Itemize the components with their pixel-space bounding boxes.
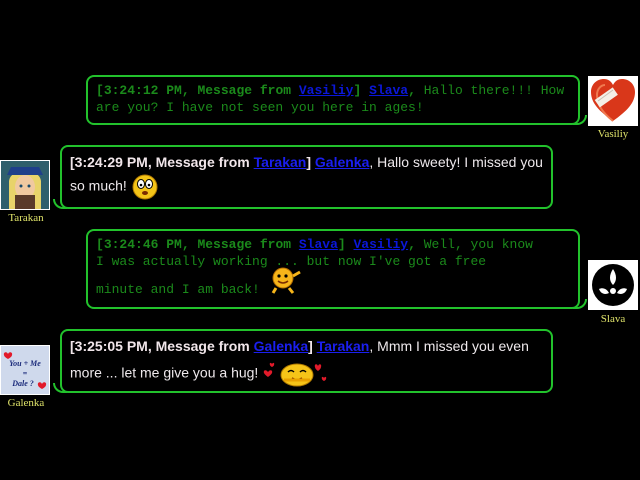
message-prefix: Message from xyxy=(155,154,250,170)
message-header: [3:25:05 PM, Message from xyxy=(70,338,250,354)
message-bubble-galenka: [3:25:05 PM, Message from Galenka] Tarak… xyxy=(53,329,553,394)
avatar-text: = xyxy=(23,369,28,378)
message-body: [3:25:05 PM, Message from Galenka] Tarak… xyxy=(62,331,551,394)
avatar-name-galenka: Galenka xyxy=(7,397,45,409)
message-text: so much! xyxy=(70,177,127,194)
bubble-tail xyxy=(573,115,587,125)
message-body: [3:24:12 PM, Message from Vasiliy] Slava… xyxy=(88,77,578,122)
sender-link-vasiliy[interactable]: Vasiliy xyxy=(299,83,354,98)
message-bubble-vasiliy: [3:24:12 PM, Message from Vasiliy] Slava… xyxy=(86,75,587,125)
avatar-vasiliy[interactable] xyxy=(588,76,638,126)
message-prefix: Message from xyxy=(197,237,292,252)
avatar-name-vasiliy: Vasiliy xyxy=(597,128,629,140)
avatar-slava[interactable] xyxy=(588,260,638,310)
avatar-name-slava: Slava xyxy=(600,313,626,325)
message-text: Well, you know xyxy=(423,237,533,252)
avatar-tarakan[interactable] xyxy=(0,160,50,210)
recipient-link-tarakan[interactable]: Tarakan xyxy=(317,338,370,354)
avatar-galenka[interactable]: You + Me = Dale ? xyxy=(0,345,50,395)
message-time: 3:24:12 PM xyxy=(103,83,182,98)
recipient-link-vasiliy[interactable]: Vasiliy xyxy=(354,237,409,252)
avatar-name-tarakan: Tarakan xyxy=(8,212,44,224)
waving-smiley-icon xyxy=(271,267,301,294)
anime-character-icon xyxy=(1,161,49,209)
avatar-text: You + Me xyxy=(9,359,41,368)
tribal-logo-icon xyxy=(589,261,637,309)
message-text: Mmm I missed you even xyxy=(377,338,529,354)
sender-link-galenka[interactable]: Galenka xyxy=(254,338,308,354)
message-prefix: Message from xyxy=(155,338,250,354)
bubble-tail xyxy=(53,383,67,393)
message-text: Hallo sweety! I missed you xyxy=(377,154,543,170)
message-time: 3:24:29 PM xyxy=(74,154,148,170)
heart-bandage-icon xyxy=(591,79,635,122)
shocked-smiley-icon xyxy=(132,174,158,200)
sender-link-slava[interactable]: Slava xyxy=(299,237,338,252)
recipient-link-slava[interactable]: Slava xyxy=(369,83,408,98)
message-time: 3:24:46 PM xyxy=(103,237,182,252)
hug-smiley-icon xyxy=(264,362,327,387)
message-bubble-tarakan: [3:24:29 PM, Message from Tarakan] Galen… xyxy=(53,145,553,209)
bubble-tail xyxy=(573,299,587,309)
message-body: [3:24:29 PM, Message from Tarakan] Galen… xyxy=(62,147,551,204)
message-text: more ... let me give you a hug! xyxy=(70,364,259,381)
sender-link-tarakan[interactable]: Tarakan xyxy=(254,154,307,170)
you-me-hearts-icon: You + Me = Dale ? xyxy=(1,346,49,394)
message-header: [3:24:12 PM, Message from Vasiliy] Slava… xyxy=(96,83,416,98)
message-time: 3:25:05 PM xyxy=(74,338,148,354)
message-header: [3:24:46 PM, Message from Slava] Vasiliy… xyxy=(96,237,416,252)
message-prefix: Message from xyxy=(197,83,292,98)
bubble-tail xyxy=(53,199,67,209)
recipient-link-galenka[interactable]: Galenka xyxy=(315,154,369,170)
message-header: [3:24:29 PM, Message from xyxy=(70,154,250,170)
message-text: minute and I am back! xyxy=(96,282,260,298)
message-body: [3:24:46 PM, Message from Slava] Vasiliy… xyxy=(88,231,578,304)
avatar-text: Dale ? xyxy=(11,379,34,388)
message-bubble-slava: [3:24:46 PM, Message from Slava] Vasiliy… xyxy=(86,229,587,309)
